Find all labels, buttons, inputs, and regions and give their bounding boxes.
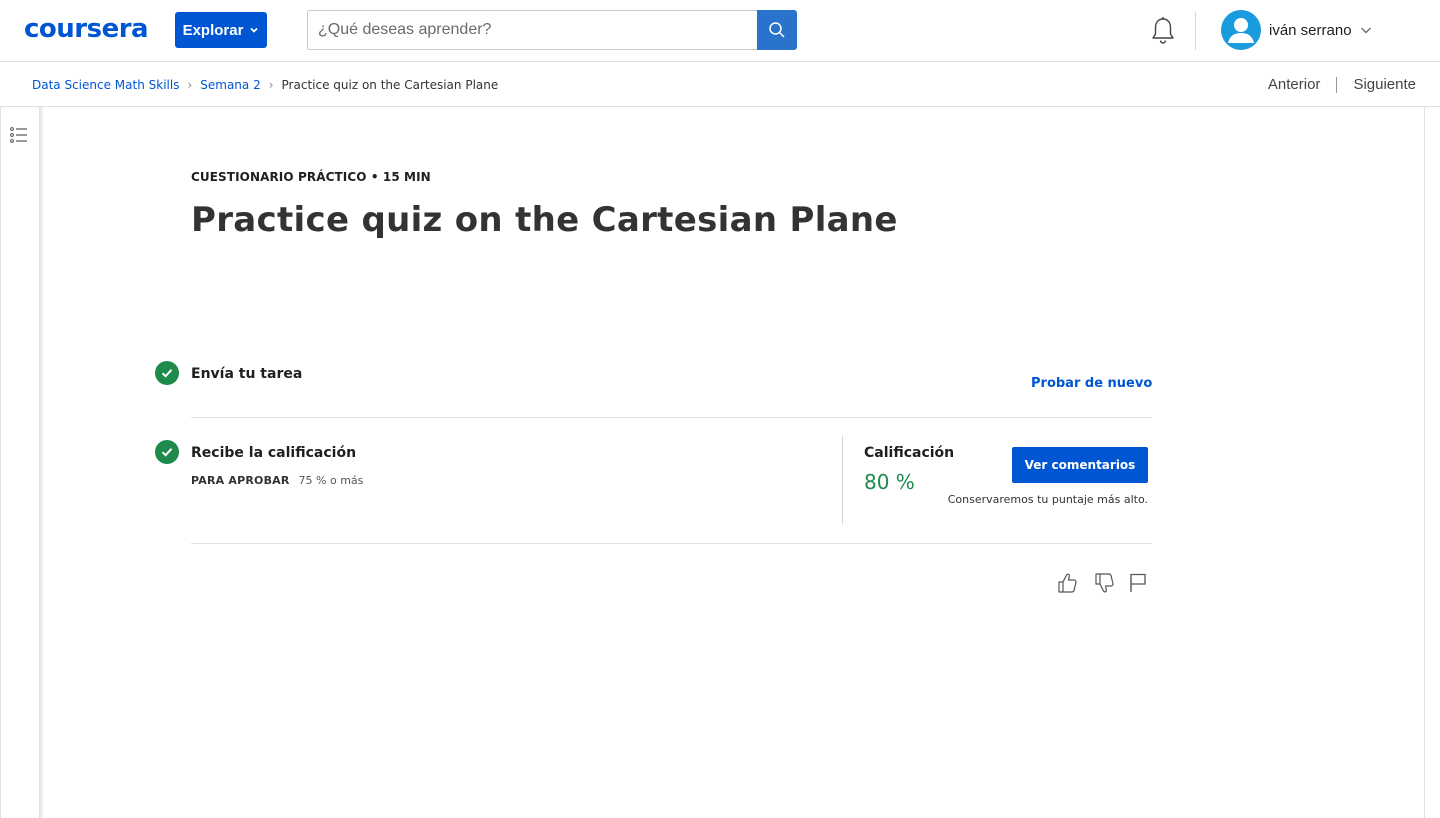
top-header: coursera Explorar iván serrano bbox=[0, 0, 1440, 62]
divider bbox=[191, 417, 1152, 418]
search-icon bbox=[769, 22, 785, 38]
breadcrumb-bar: Data Science Math Skills › Semana 2 › Pr… bbox=[0, 62, 1440, 107]
keep-highest-score-note: Conservaremos tu puntaje más alto. bbox=[947, 493, 1148, 506]
chevron-down-icon bbox=[1360, 27, 1371, 34]
search-bar bbox=[307, 10, 797, 50]
previous-link[interactable]: Anterior bbox=[1268, 76, 1321, 93]
pass-value: 75 % o más bbox=[298, 474, 364, 487]
left-rail-shadow bbox=[40, 107, 44, 818]
check-circle-icon bbox=[155, 440, 179, 464]
nav-divider bbox=[1336, 76, 1338, 93]
step-submit-label: Envía tu tarea bbox=[191, 366, 303, 382]
page-title: Practice quiz on the Cartesian Plane bbox=[191, 200, 898, 240]
grade-divider bbox=[842, 436, 843, 524]
explore-button[interactable]: Explorar bbox=[175, 12, 267, 48]
explore-button-label: Explorar bbox=[182, 21, 244, 39]
breadcrumb-current: Practice quiz on the Cartesian Plane bbox=[281, 77, 499, 92]
quiz-eyebrow: CUESTIONARIO PRÁCTICO • 15 MIN bbox=[191, 170, 431, 184]
avatar-icon bbox=[1228, 18, 1254, 43]
chevron-right-icon: › bbox=[268, 77, 274, 92]
user-name: iván serrano bbox=[1269, 21, 1352, 39]
avatar bbox=[1221, 10, 1261, 50]
search-button[interactable] bbox=[757, 10, 797, 50]
check-circle-icon bbox=[155, 361, 179, 385]
content-right-border bbox=[1424, 107, 1425, 818]
item-navigation: Anterior Siguiente bbox=[1268, 62, 1416, 107]
breadcrumb-item-course[interactable]: Data Science Math Skills bbox=[32, 78, 179, 92]
breadcrumb: Data Science Math Skills › Semana 2 › Pr… bbox=[32, 62, 498, 107]
coursera-logo[interactable]: coursera bbox=[24, 16, 149, 42]
pass-label: PARA APROBAR bbox=[191, 474, 290, 487]
chevron-down-icon bbox=[250, 27, 259, 33]
chevron-right-icon: › bbox=[187, 77, 193, 92]
thumbs-down-icon[interactable] bbox=[1093, 571, 1115, 595]
divider bbox=[191, 543, 1152, 544]
thumbs-up-icon[interactable] bbox=[1056, 571, 1078, 595]
view-feedback-button[interactable]: Ver comentarios bbox=[1012, 447, 1148, 483]
flag-icon[interactable] bbox=[1128, 571, 1150, 595]
table-of-contents-icon[interactable] bbox=[9, 125, 29, 145]
pass-requirement: PARA APROBAR 75 % o más bbox=[191, 474, 363, 487]
breadcrumb-item-week[interactable]: Semana 2 bbox=[200, 78, 260, 92]
header-divider bbox=[1195, 12, 1196, 50]
next-link[interactable]: Siguiente bbox=[1353, 76, 1416, 93]
retry-link[interactable]: Probar de nuevo bbox=[1031, 376, 1152, 391]
grade-value: 80 % bbox=[864, 470, 915, 494]
grade-label: Calificación bbox=[864, 445, 955, 461]
step-grade-label: Recibe la calificación bbox=[191, 445, 357, 461]
bell-icon[interactable] bbox=[1150, 16, 1176, 46]
search-input[interactable] bbox=[307, 10, 757, 50]
user-menu[interactable]: iván serrano bbox=[1221, 10, 1372, 50]
left-rail bbox=[0, 107, 40, 818]
